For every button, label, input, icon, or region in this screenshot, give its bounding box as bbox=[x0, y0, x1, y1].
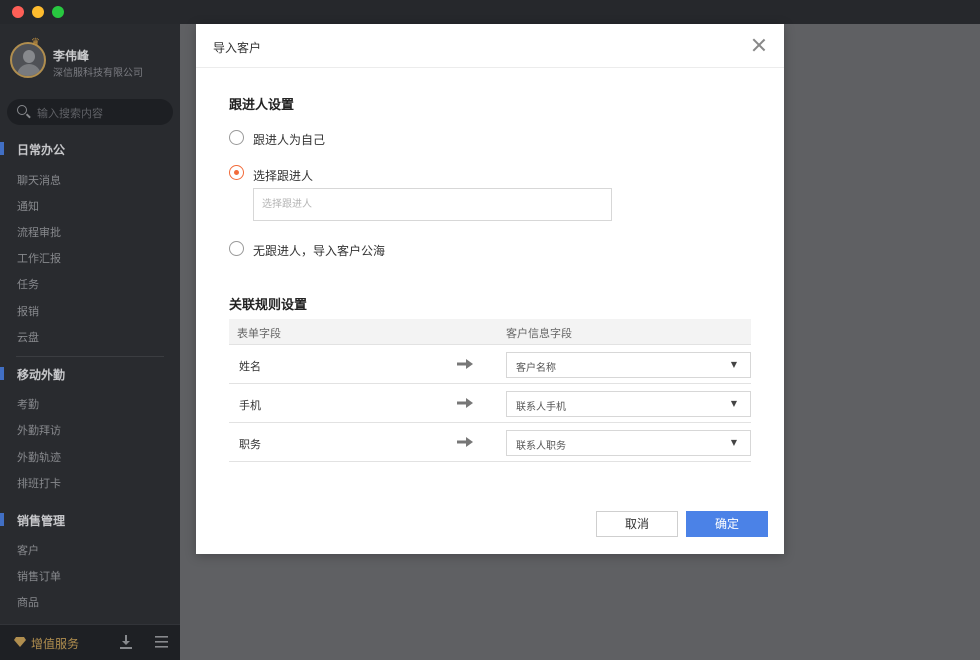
radio-no-follower[interactable] bbox=[229, 241, 244, 256]
radio-label-no-follower[interactable]: 无跟进人，导入客户公海 bbox=[253, 242, 385, 259]
table-row: 职务 联系人职务 ▼ bbox=[229, 423, 751, 462]
select-value: 联系人手机 bbox=[516, 402, 566, 413]
customer-field-select[interactable]: 联系人手机 ▼ bbox=[506, 391, 751, 417]
association-rules-heading: 关联规则设置 bbox=[229, 298, 308, 313]
select-value: 客户名称 bbox=[516, 363, 556, 374]
customer-field-select[interactable]: 客户名称 ▼ bbox=[506, 352, 751, 378]
select-value: 联系人职务 bbox=[516, 441, 566, 452]
caret-down-icon: ▼ bbox=[730, 438, 737, 447]
minimize-window-button[interactable] bbox=[32, 6, 44, 18]
confirm-button[interactable]: 确定 bbox=[686, 511, 768, 537]
radio-choose-follower[interactable] bbox=[229, 165, 244, 180]
import-customer-dialog: 导入客户 跟进人设置 跟进人为自己 选择跟进人 无跟进人，导入客户公海 关联规则… bbox=[196, 24, 784, 554]
arrow-right-icon bbox=[457, 437, 473, 447]
table-row: 手机 联系人手机 ▼ bbox=[229, 384, 751, 423]
sidebar: ♛ 李伟峰 深信服科技有限公司 输入搜索内容 日常办公 聊天消息 通知 流程审批… bbox=[0, 24, 180, 660]
caret-down-icon: ▼ bbox=[730, 399, 737, 408]
follower-select-input[interactable] bbox=[253, 188, 612, 221]
radio-label-choose-follower[interactable]: 选择跟进人 bbox=[253, 167, 313, 184]
column-header-form-field: 表单字段 bbox=[237, 327, 281, 340]
arrow-right-icon bbox=[457, 398, 473, 408]
customer-field-select[interactable]: 联系人职务 ▼ bbox=[506, 430, 751, 456]
window-titlebar bbox=[0, 0, 980, 24]
arrow-right-icon bbox=[457, 359, 473, 369]
close-icon[interactable] bbox=[752, 38, 766, 52]
form-field-label: 手机 bbox=[239, 399, 261, 412]
table-header: 表单字段 客户信息字段 bbox=[229, 319, 751, 345]
cancel-button[interactable]: 取消 bbox=[596, 511, 678, 537]
follower-settings-heading: 跟进人设置 bbox=[229, 98, 295, 113]
modal-overlay bbox=[0, 24, 180, 660]
radio-follower-self[interactable] bbox=[229, 130, 244, 145]
form-field-label: 姓名 bbox=[239, 360, 261, 373]
form-field-label: 职务 bbox=[239, 438, 261, 451]
column-header-customer-field: 客户信息字段 bbox=[506, 327, 572, 340]
dialog-title: 导入客户 bbox=[213, 41, 262, 55]
radio-label-follower-self[interactable]: 跟进人为自己 bbox=[253, 131, 325, 148]
maximize-window-button[interactable] bbox=[52, 6, 64, 18]
close-window-button[interactable] bbox=[12, 6, 24, 18]
caret-down-icon: ▼ bbox=[730, 360, 737, 369]
table-row: 姓名 客户名称 ▼ bbox=[229, 345, 751, 384]
dialog-header: 导入客户 bbox=[196, 24, 784, 68]
